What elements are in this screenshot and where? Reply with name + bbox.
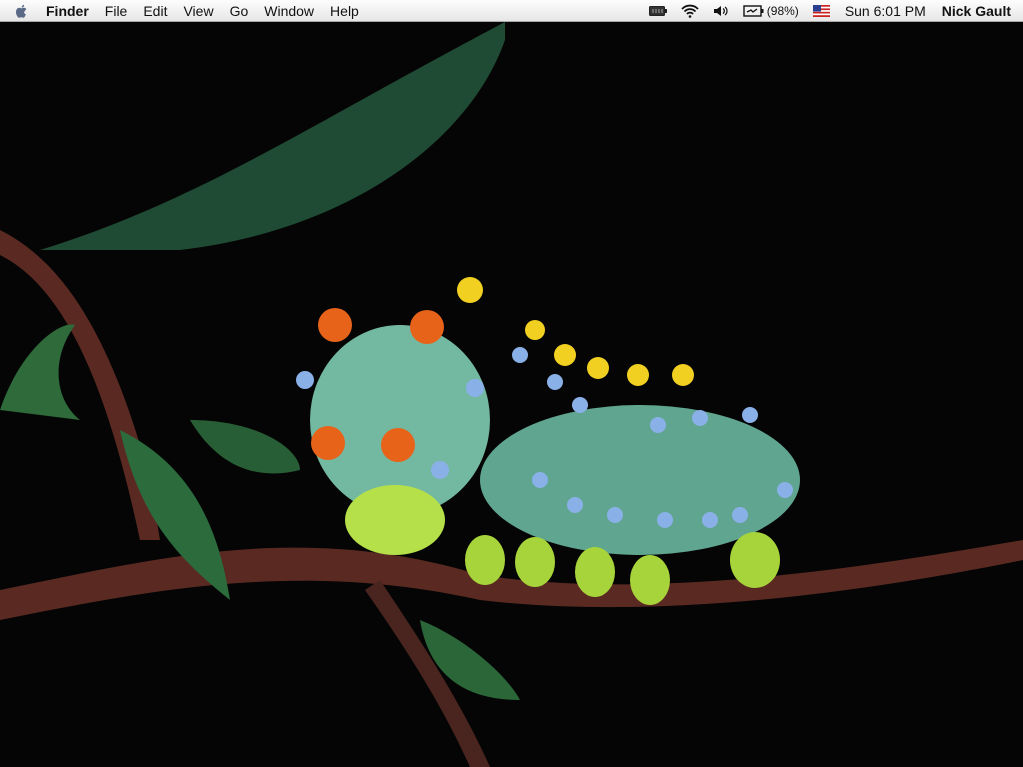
battery-menu-icon[interactable] [642, 5, 674, 17]
menu-window[interactable]: Window [256, 0, 322, 22]
menu-edit[interactable]: Edit [135, 0, 175, 22]
leaf-top [40, 22, 505, 250]
volume-icon[interactable] [706, 4, 736, 18]
desktop-wallpaper [0, 22, 1023, 767]
apple-menu-icon[interactable] [14, 3, 30, 19]
menu-clock[interactable]: Sun 6:01 PM [837, 0, 934, 22]
leaf-left [0, 324, 80, 420]
flag-us-icon[interactable] [806, 4, 837, 17]
battery-charging-icon[interactable]: (98%) [736, 4, 806, 18]
wifi-icon[interactable] [674, 4, 706, 18]
menu-finder[interactable]: Finder [38, 0, 97, 22]
battery-percent: (98%) [766, 3, 799, 18]
menu-file[interactable]: File [97, 0, 136, 22]
leaf-small [190, 420, 300, 474]
menu-user[interactable]: Nick Gault [934, 0, 1023, 22]
branch-main [0, 540, 1023, 620]
menu-help[interactable]: Help [322, 0, 367, 22]
menu-view[interactable]: View [175, 0, 221, 22]
menu-bar: Finder File Edit View Go Window Help (98… [0, 0, 1023, 22]
menu-go[interactable]: Go [222, 0, 257, 22]
